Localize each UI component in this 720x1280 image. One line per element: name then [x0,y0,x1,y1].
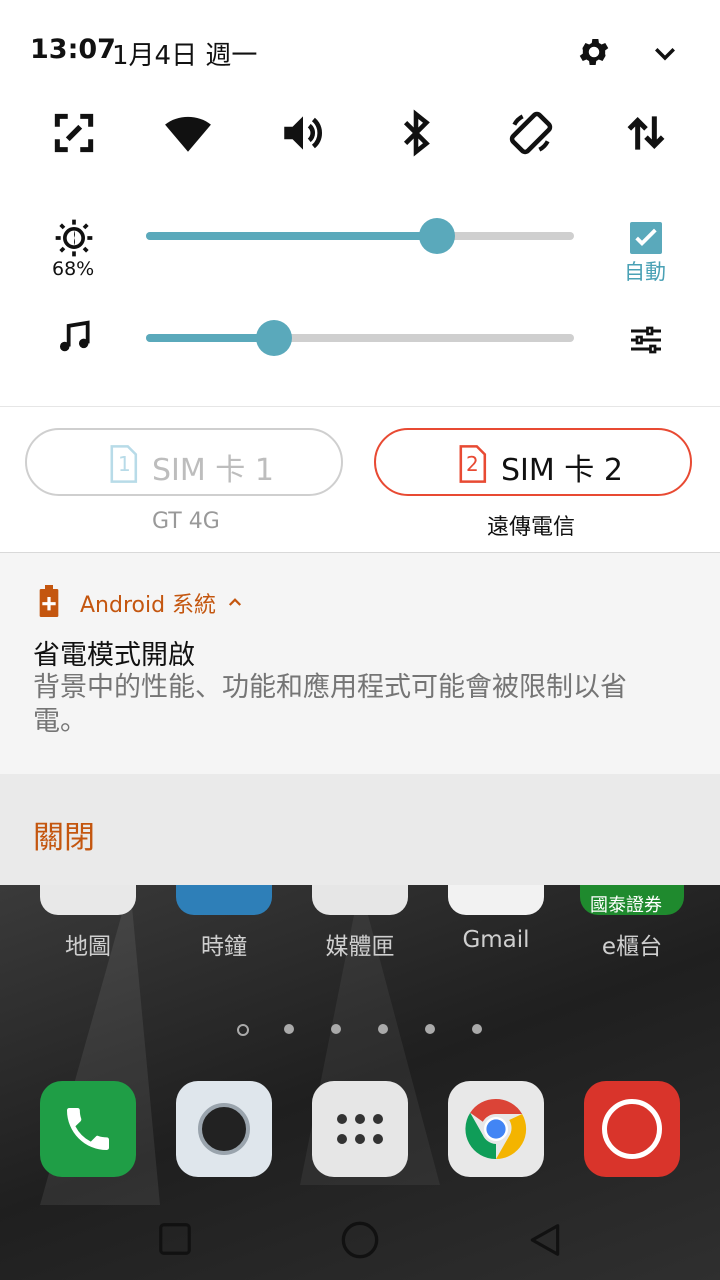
status-date: 1月4日 週一 [112,41,258,71]
page-dot [472,1024,482,1034]
notification-app-name: Android 系統 [80,593,217,618]
sound-settings-icon[interactable] [628,322,664,358]
brightness-slider-fill [146,232,438,240]
page-dot [425,1024,435,1034]
page-dot [284,1024,294,1034]
home-icon[interactable] [340,1220,380,1260]
aperture-icon [602,1099,662,1159]
notification-title: 省電模式開啟 [33,640,195,671]
sim1-label: SIM 卡 1 [152,453,274,488]
auto-brightness-label: 自動 [624,260,666,284]
sim2-badge: 2 [466,452,479,476]
camera-app-icon[interactable] [176,1081,272,1177]
app-label-gmail: Gmail [462,927,530,953]
brightness-percent: 68% [52,258,95,280]
camera-lens-icon [198,1103,250,1155]
gmail-app-icon[interactable] [448,885,544,915]
page-dot [237,1024,249,1036]
media-volume-slider-thumb[interactable] [256,320,293,356]
music-note-icon [59,320,90,352]
wifi-icon[interactable] [163,108,213,158]
brightness-icon [55,219,93,257]
app-label-cathay: e櫃台 [601,934,663,960]
brightness-slider[interactable] [146,218,574,254]
phone-app-icon[interactable] [40,1081,136,1177]
cathay-badge-text: 國泰證券 [590,895,662,916]
maps-app-icon[interactable] [40,885,136,915]
brightness-slider-thumb[interactable] [419,218,456,254]
auto-rotate-icon[interactable] [506,108,556,158]
recents-icon[interactable] [156,1220,194,1258]
media-volume-slider[interactable] [146,320,574,356]
battery-saver-icon [39,585,59,617]
page-dot [331,1024,341,1034]
app-label-gallery: 媒體匣 [325,934,395,960]
notification-actions: 關閉 [0,774,720,885]
notification-body: 背景中的性能、功能和應用程式可能會被限制以省電。 [33,672,627,737]
app-label-clock: 時鐘 [201,934,247,960]
settings-gear-icon[interactable] [576,34,612,70]
sim1-button[interactable]: 1 SIM 卡 1 [25,428,343,496]
app-label-maps: 地圖 [65,934,111,960]
sim1-badge: 1 [118,452,131,476]
status-time: 13:07 [30,34,116,65]
sim2-button[interactable]: 2 SIM 卡 2 [374,428,692,496]
turn-off-button[interactable]: 關閉 [33,812,95,857]
page-dot [378,1024,388,1034]
phone-handset-icon [67,1108,109,1150]
chrome-logo-icon [465,1098,527,1160]
volume-icon[interactable] [278,108,328,158]
cathay-app-icon[interactable]: 國泰證券 [580,885,684,916]
screen-capture-icon[interactable] [49,108,99,158]
navigation-bar [0,1196,720,1280]
sim1-carrier: GT 4G [152,509,220,534]
battery-saver-notification[interactable]: Android 系統 省電模式開啟 背景中的性能、功能和應用程式可能會被限制以省… [0,552,720,775]
bluetooth-icon[interactable] [391,108,441,158]
auto-brightness-checkbox[interactable] [630,222,662,254]
media-volume-slider-fill [146,334,275,342]
chevron-down-icon[interactable] [650,38,680,68]
quick-settings-panel: 13:07 1月4日 週一 68% 自動 [0,0,720,406]
chrome-app-icon[interactable] [448,1081,544,1177]
mobile-data-icon[interactable] [621,108,671,158]
sim-selector: 1 SIM 卡 1 GT 4G 2 SIM 卡 2 遠傳電信 [0,406,720,552]
back-icon[interactable] [526,1220,564,1260]
sim2-label: SIM 卡 2 [501,453,623,488]
sim2-carrier: 遠傳電信 [487,515,576,540]
shutter-app-icon[interactable] [584,1081,680,1177]
app-drawer-icon [337,1114,383,1144]
chevron-up-icon[interactable] [226,593,244,611]
app-drawer-button[interactable] [312,1081,408,1177]
gallery-app-icon[interactable] [312,885,408,915]
clock-app-icon[interactable] [176,885,272,915]
